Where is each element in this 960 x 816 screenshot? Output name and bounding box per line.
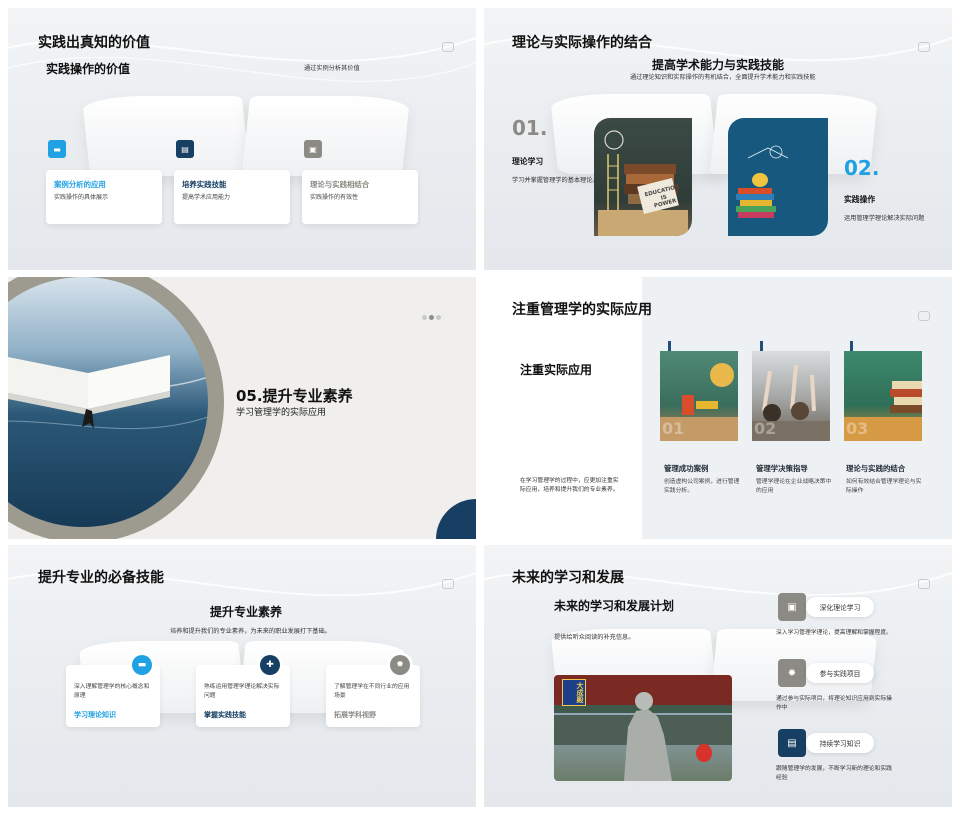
card-desc: 实践操作的有效性 [310,194,359,201]
item-desc: 跟随管理学的发展，不断学习新的理论和实践经验 [776,766,892,781]
card-title: 案例分析的应用 [54,180,106,189]
slide-title: 实践出真知的价值 [38,35,150,51]
slide-subtitle: 未来的学习和发展计划 [554,599,675,613]
card-title: 学习理论知识 [74,711,116,719]
section-title: 05.提升专业素养 [236,387,353,405]
confucius-statue-photo: 大成殿 [554,675,732,781]
item-practice-projects[interactable]: 参与实践项目 [806,663,874,683]
column-desc: 管理学理论在企业战略决策中的应用 [756,479,832,494]
comment-icon [918,579,930,589]
slide-note: 通过理论知识和实际操作的有机结合，全面提升学术能力和实践技能 [630,74,816,81]
card-practice-skills[interactable]: 培养实践技能 提高学术应用能力 [174,170,290,224]
comment-icon [442,42,454,52]
slide-note: 提供给听众阅读的补充信息。 [554,634,635,641]
dot [422,315,427,320]
classroom-desk-photo: 01 [660,351,738,441]
pagination-dots [422,305,443,324]
slide-subtitle: 注重实际应用 [520,363,593,377]
card-master-skills[interactable]: 熟练运用管理学理论解决实际问题 掌握实践技能 [196,665,290,727]
card-desc: 熟练运用管理学理论解决实际问题 [204,684,280,699]
slide-title: 理论与实际操作的结合 [512,35,652,51]
document-icon: ▤ [176,140,194,158]
slide-desc: 在学习管理学的过程中，应更加注重实际应用，培养和提升我们的专业素养。 [520,478,619,493]
slide-1[interactable]: 实践出真知的价值 实践操作的价值 通过实例分析其价值 ▬ ▤ ▣ 案例分析的应用… [8,8,476,270]
slide-note: 通过实例分析其价值 [304,65,360,72]
books-idea-photo [728,118,828,236]
number-01: 01. [512,116,548,140]
books-stack-photo: 03 [844,351,922,441]
comment-icon [442,579,454,589]
column-desc: 创造虚构公司案例，进行管理实践分析。 [664,479,740,494]
students-raising-hands-photo: 02 [752,351,830,441]
slide-3[interactable]: 05.提升专业素养 学习管理学的实际应用 [8,277,476,539]
column-desc: 如何有效结合管理学理论与实际操作 [846,479,922,494]
item-deepen-theory[interactable]: 深化理论学习 [806,597,874,617]
column-title: 管理学决策指导 [756,464,808,473]
chalkboard-drawing [598,130,688,236]
card-desc: 提高学术应用能力 [182,194,231,201]
gear-icon: ✹ [390,655,410,675]
folder-icon: ▬ [48,140,66,158]
image-icon: ▣ [304,140,322,158]
slide-6[interactable]: 未来的学习和发展 未来的学习和发展计划 提供给听众阅读的补充信息。 大成殿 ▣ … [484,545,952,807]
photo-number: 03 [846,419,869,438]
card-title: 拓展学科视野 [334,711,376,719]
card-title: 理论与实践相结合 [310,180,370,189]
folder-icon: ▬ [132,655,152,675]
slide-title: 未来的学习和发展 [512,570,624,586]
image-icon: ▣ [778,593,806,621]
card-theory-practice[interactable]: 理论与实践相结合 实践操作的有效性 [302,170,418,224]
right-desc: 运用管理学理论解决实际问题 [844,215,925,222]
card-desc: 深入理解管理学的核心概念和原理 [74,684,150,699]
left-desc: 学习并掌握管理学的基本理论。 [512,177,599,184]
open-book-backdrop [81,96,411,176]
dot [436,315,441,320]
document-icon: ▤ [778,729,806,757]
slide-title: 提升专业的必备技能 [38,570,164,586]
card-learn-theory[interactable]: 深入理解管理学的核心概念和原理 学习理论知识 [66,665,160,727]
column-title: 管理成功案例 [664,464,709,473]
temple-sign: 大成殿 [562,679,586,706]
photo-number: 01 [662,419,685,438]
number-02: 02. [844,156,880,180]
slide-title: 注重管理学的实际应用 [512,302,652,318]
card-case-analysis[interactable]: 案例分析的应用 实践操作的具体展示 [46,170,162,224]
slide-note: 培养和提升我们的专业素养，为未来的职业发展打下基础。 [170,628,331,635]
slide-subtitle: 提高学术能力与实践技能 [652,58,785,72]
card-title: 掌握实践技能 [204,711,246,719]
gear-icon: ✹ [778,659,806,687]
books-drawing [736,145,789,218]
right-title: 实践操作 [844,195,876,204]
dot-active [429,315,434,320]
item-desc: 通过参与实际项目，将理论知识应用到实际操作中 [776,696,892,711]
item-desc: 深入学习管理学理论，提高理解和掌握程度。 [776,630,892,636]
slide-2[interactable]: 理论与实际操作的结合 提高学术能力与实践技能 通过理论知识和实际操作的有机结合，… [484,8,952,270]
corner-semicircle [436,499,476,539]
section-subtitle: 学习管理学的实际应用 [236,408,327,418]
card-desc: 了解管理学在不同行业的应用场景 [334,684,410,699]
slide-subtitle: 实践操作的价值 [46,62,131,76]
item-continuous-learning[interactable]: 持续学习知识 [806,733,874,753]
slide-5[interactable]: 提升专业的必备技能 提升专业素养 培养和提升我们的专业素养，为未来的职业发展打下… [8,545,476,807]
chalkboard-books-photo: EDUCATION IS POWER [594,118,692,236]
card-expand-vision[interactable]: 了解管理学在不同行业的应用场景 拓展学科视野 [326,665,420,727]
card-title: 培养实践技能 [182,180,227,189]
photo-number: 02 [754,419,777,438]
puzzle-icon: ✚ [260,655,280,675]
slide-4[interactable]: 注重管理学的实际应用 注重实际应用 在学习管理学的过程中，应更加注重实际应用，培… [484,277,952,539]
left-title: 理论学习 [512,157,544,166]
comment-icon [918,42,930,52]
slide-subtitle: 提升专业素养 [210,605,283,619]
comment-icon [918,311,930,321]
column-title: 理论与实践的结合 [846,464,906,473]
card-desc: 实践操作的具体展示 [54,194,109,201]
